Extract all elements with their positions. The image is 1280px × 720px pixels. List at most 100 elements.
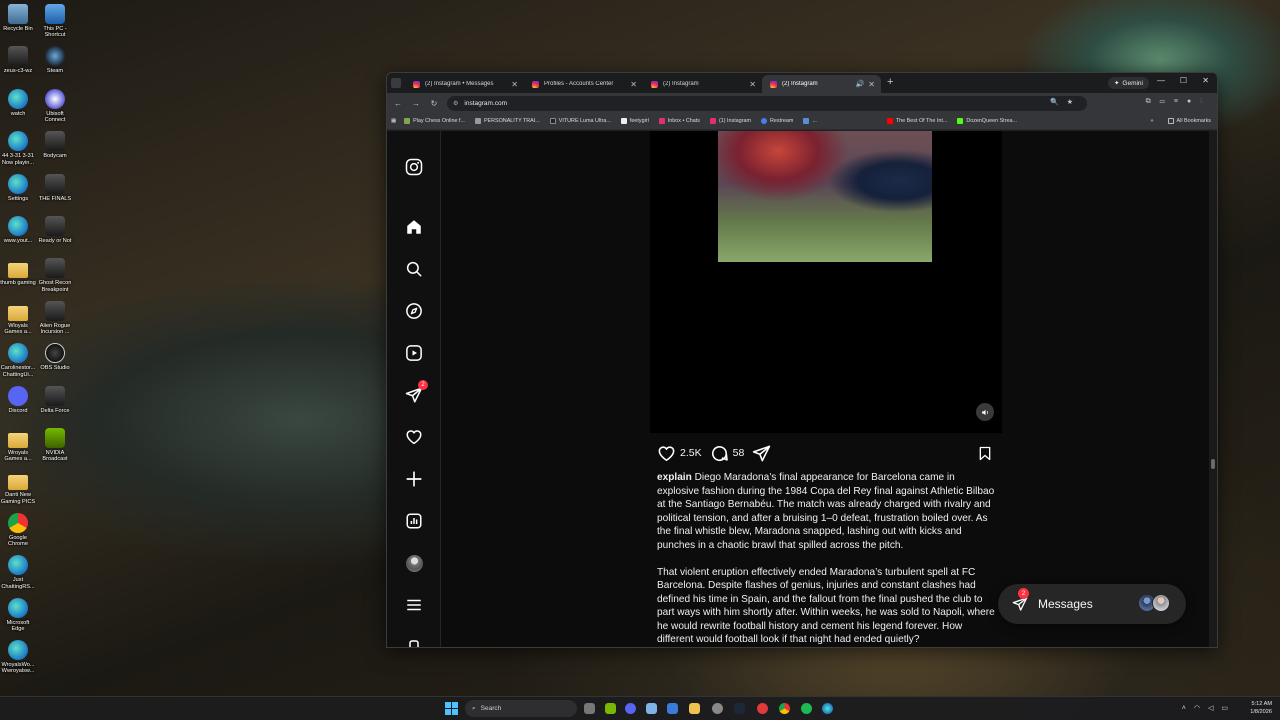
reload-icon[interactable]: ↻	[427, 99, 441, 108]
close-tab-icon[interactable]: ✕	[630, 80, 637, 89]
desktop-shortcut[interactable]: Ready or Not	[37, 216, 73, 244]
desktop-shortcut[interactable]: watch	[0, 88, 36, 117]
cast-icon[interactable]: ▭	[1160, 98, 1174, 105]
bookmark-instagram[interactable]: (1) Instagram	[709, 118, 751, 124]
tab-instagram[interactable]: (2) Instagram ✕	[643, 75, 762, 93]
edge-icon[interactable]	[822, 703, 833, 714]
tab-instagram-active[interactable]: (2) Instagram 🔊 ✕	[762, 75, 881, 93]
desktop-shortcut[interactable]: Bodycam	[37, 131, 73, 159]
app-icon[interactable]	[646, 703, 657, 714]
menu-icon[interactable]: ⋮	[1200, 98, 1211, 105]
desktop-shortcut[interactable]: www.yout...	[0, 216, 36, 244]
desktop-shortcut[interactable]: Microsoft Edge	[0, 597, 36, 633]
page-scrollbar[interactable]	[1209, 131, 1217, 647]
app-icon[interactable]	[667, 703, 678, 714]
tab-instagram-messages[interactable]: (2) Instagram • Messages ✕	[405, 75, 524, 93]
bookmark-dozenqueen[interactable]: DozenQueen Strea...	[957, 118, 1017, 124]
comment-button[interactable]: 58	[710, 444, 744, 463]
task-view-icon[interactable]	[584, 703, 595, 714]
address-bar[interactable]: ⚙ instagram.com 🔍★	[447, 96, 1087, 111]
desktop-shortcut[interactable]: Wloyals Games a...	[0, 301, 36, 336]
desktop-shortcut[interactable]: Delta Force	[37, 385, 73, 414]
desktop-shortcut[interactable]: 44 3-31 3-31 Now playin...	[0, 131, 36, 166]
explore-icon[interactable]	[404, 301, 424, 321]
wifi-icon[interactable]: ◠	[1194, 705, 1208, 712]
app-icon[interactable]	[625, 703, 636, 714]
notifications-heart-icon[interactable]	[404, 427, 424, 447]
close-tab-icon[interactable]: ✕	[868, 80, 875, 89]
caption-username[interactable]: explain	[657, 472, 692, 483]
more-menu-icon[interactable]	[404, 595, 424, 615]
volume-button[interactable]	[976, 403, 994, 421]
maximize-icon[interactable]: ☐	[1180, 76, 1187, 85]
battery-icon[interactable]: ▭	[1221, 705, 1236, 712]
bookmark-inbox-chats[interactable]: Inbox • Chats	[658, 118, 700, 124]
app-icon[interactable]	[757, 703, 768, 714]
reels-icon[interactable]	[404, 343, 424, 363]
bookmark-more[interactable]: ...	[803, 118, 817, 124]
desktop-shortcut[interactable]: Just ChattingRS...	[0, 555, 36, 590]
desktop-shortcut[interactable]: Ubisoft Connect	[37, 88, 73, 124]
zoom-icon[interactable]: 🔍	[1050, 99, 1067, 106]
desktop-shortcut[interactable]: THE FINALS	[37, 173, 73, 202]
desktop-shortcut[interactable]: Carolinestor... ChattingUi...	[0, 343, 36, 378]
close-tab-icon[interactable]: ✕	[511, 80, 518, 89]
scrollbar-thumb[interactable]	[1211, 459, 1215, 469]
dashboard-icon[interactable]	[404, 511, 424, 531]
all-bookmarks[interactable]: » All Bookmarks	[1151, 118, 1211, 124]
bookmark-personality[interactable]: PERSONALITY TRAI...	[474, 118, 540, 124]
bookmark-feetygirl[interactable]: feetygirl	[620, 118, 649, 124]
downloads-icon[interactable]: ≡	[1174, 98, 1187, 105]
desktop-shortcut[interactable]: Google Chrome	[0, 512, 36, 548]
bookmark-chess[interactable]: Play Chess Online f...	[404, 118, 465, 124]
desktop-shortcut[interactable]: WroyalsWo... Wwroyalsw...	[0, 640, 36, 675]
audio-playing-icon[interactable]: 🔊	[856, 80, 865, 88]
site-info-icon[interactable]: ⚙	[453, 100, 458, 107]
desktop-shortcut[interactable]: zeus-c3-wz	[0, 46, 36, 74]
save-button[interactable]	[977, 445, 993, 465]
tab-search-button[interactable]	[391, 78, 401, 88]
desktop-shortcut[interactable]: Alien Rogue Incursion ...	[37, 300, 73, 336]
file-explorer-icon[interactable]	[689, 703, 700, 714]
bookmark-best-of-internet[interactable]: The Best Of The Int...	[886, 118, 947, 124]
desktop-shortcut[interactable]: Wroyals Games a...	[0, 428, 36, 463]
desktop-shortcut[interactable]: Recycle Bin	[0, 4, 36, 32]
desktop-shortcut[interactable]: Settings	[0, 173, 36, 202]
chevron-up-icon[interactable]: ˄	[1182, 705, 1194, 712]
desktop-shortcut[interactable]: thumb gaming	[0, 258, 36, 286]
steam-icon[interactable]	[734, 703, 745, 714]
apps-icon[interactable]: ▦	[391, 118, 396, 124]
forward-icon[interactable]: →	[409, 99, 423, 108]
desktop-shortcut[interactable]: Danti New Gaming PICS	[0, 470, 36, 505]
bookmark-viture[interactable]: VITURE Luma Ultra...	[549, 118, 611, 124]
create-icon[interactable]	[404, 469, 424, 489]
taskbar-search[interactable]: ⌕ Search	[465, 700, 577, 717]
settings-gear-icon[interactable]	[712, 703, 723, 714]
minimize-icon[interactable]: —	[1157, 76, 1165, 85]
spotify-icon[interactable]	[801, 703, 812, 714]
home-icon[interactable]	[404, 217, 424, 237]
direct-messages-icon[interactable]: 2	[404, 380, 428, 405]
tab-accounts-center[interactable]: Profiles - Accounts Center ✕	[524, 75, 643, 93]
start-button[interactable]	[445, 702, 458, 715]
desktop-shortcut[interactable]: Discord	[0, 385, 36, 414]
gemini-button[interactable]: ✦ Gemini	[1107, 77, 1149, 89]
clock[interactable]: 5:12 AM 1/8/2026	[1250, 700, 1272, 716]
search-icon[interactable]	[404, 259, 424, 279]
like-button[interactable]: 2.5K	[657, 444, 702, 463]
desktop-shortcut[interactable]: NVIDIA Broadcast	[37, 428, 73, 463]
messages-button[interactable]: 2 Messages	[998, 584, 1186, 624]
close-tab-icon[interactable]: ✕	[749, 80, 756, 89]
also-from-meta-icon[interactable]	[404, 635, 424, 647]
desktop-shortcut[interactable]: This PC - Shortcut	[37, 4, 73, 39]
reel-video[interactable]	[650, 131, 1002, 433]
extensions-icon[interactable]: ⧉	[1146, 98, 1160, 105]
desktop-shortcut[interactable]: OBS Studio	[37, 343, 73, 371]
chrome-icon[interactable]	[779, 703, 790, 714]
nvidia-icon[interactable]	[605, 703, 616, 714]
desktop-shortcut[interactable]: Steam	[37, 46, 73, 74]
instagram-logo-icon[interactable]	[404, 157, 424, 177]
back-icon[interactable]: ←	[391, 99, 405, 108]
profile-avatar[interactable]	[404, 553, 424, 573]
share-button[interactable]	[752, 444, 771, 463]
